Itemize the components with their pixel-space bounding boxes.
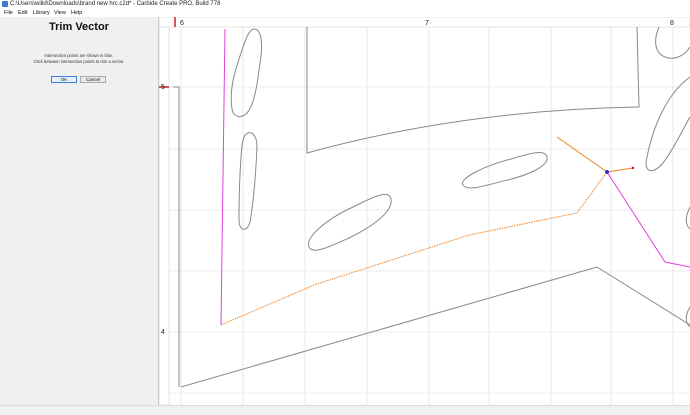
window-title: C:\Users\willd\Downloads\brand new hrc.c… <box>10 1 221 7</box>
design-canvas[interactable]: 6 7 8 5 4 <box>158 16 690 406</box>
ruler-label-7: 7 <box>425 20 429 27</box>
panel-title: Trim Vector <box>49 21 109 33</box>
ruler-label-4: 4 <box>161 329 165 336</box>
right-oval-shape <box>645 76 690 172</box>
orange-vector-upper[interactable] <box>556 136 608 173</box>
cancel-button[interactable]: Cancel <box>80 76 106 83</box>
canvas-drawing[interactable]: 6 7 8 5 4 <box>158 16 690 406</box>
ok-button[interactable]: OK <box>51 76 77 83</box>
instruction-line-1: Intersection points are shown in blue. <box>44 53 114 58</box>
ruler-label-6: 6 <box>180 20 184 27</box>
menu-view[interactable]: View <box>54 9 66 17</box>
outline-left-edge <box>173 86 180 387</box>
trim-vector-panel: Trim Vector Intersection points are show… <box>0 17 159 405</box>
intersection-point-icon[interactable] <box>605 170 609 174</box>
oval-shape-4 <box>462 152 548 189</box>
menu-help[interactable]: Help <box>71 9 82 17</box>
ruler-label-5: 5 <box>161 84 165 91</box>
carbide-create-icon <box>2 1 8 7</box>
menu-bar: File Edit Library View Help <box>0 9 690 17</box>
outline-bottom-edge <box>180 266 690 388</box>
menu-edit[interactable]: Edit <box>18 9 27 17</box>
magenta-vector-right[interactable] <box>606 171 690 268</box>
menu-file[interactable]: File <box>4 9 13 17</box>
oval-shape-1 <box>230 28 263 117</box>
oval-shape-2 <box>238 132 258 230</box>
grid <box>169 27 690 405</box>
magenta-vector-left[interactable] <box>220 28 226 326</box>
top-plate-shape <box>306 26 640 154</box>
ruler-label-8: 8 <box>670 20 674 27</box>
title-bar: C:\Users\willd\Downloads\brand new hrc.c… <box>0 0 690 9</box>
oval-shape-3 <box>308 194 392 251</box>
endpoint-marker-icon <box>631 166 635 170</box>
orange-selected-segment[interactable] <box>220 171 608 326</box>
menu-library[interactable]: Library <box>33 9 50 17</box>
instruction-line-2: Click between intersection points to tri… <box>33 59 125 64</box>
design-vectors[interactable] <box>173 26 690 388</box>
